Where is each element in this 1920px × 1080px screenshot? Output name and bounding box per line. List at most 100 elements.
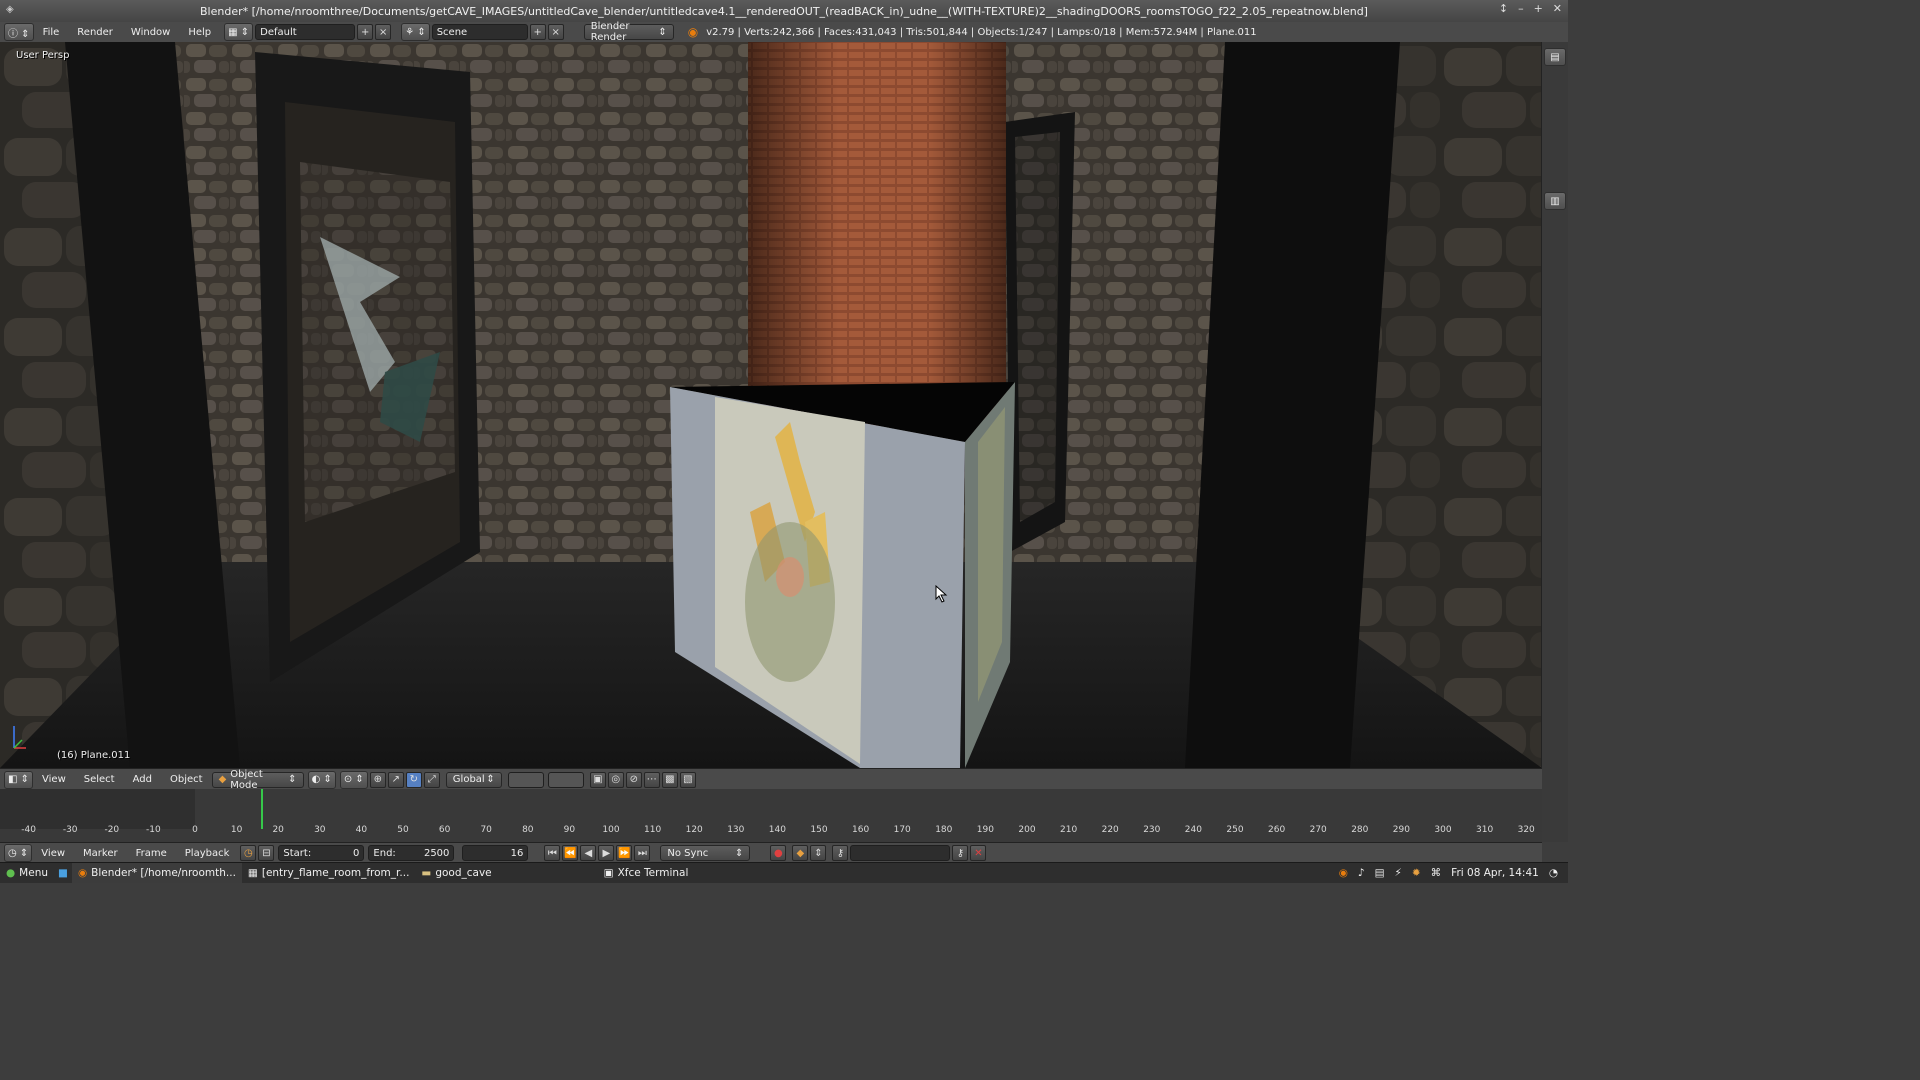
snap-icon[interactable]: ⊘ xyxy=(625,771,642,788)
network-icon[interactable]: ⌘ xyxy=(1431,867,1442,879)
clipboard-icon[interactable]: ▤ xyxy=(1375,867,1385,879)
mode-dropdown[interactable]: ◆ Object Mode ⇕ xyxy=(211,769,304,791)
insert-keyframe-icon[interactable]: ⚷ xyxy=(952,845,969,861)
blender-logo-icon: ◉ xyxy=(687,25,699,39)
window-titlebar: ◈ Blender* [/home/nroomthree/Documents/g… xyxy=(0,0,1568,23)
jump-start-icon[interactable]: ⏮ xyxy=(544,845,561,861)
lock-range-icon[interactable]: ⊟ xyxy=(258,845,275,861)
timeline-tick-label: 180 xyxy=(935,825,953,835)
play-icon[interactable]: ▶ xyxy=(598,845,615,861)
menu-frame[interactable]: Frame xyxy=(127,848,176,859)
start-frame-label: Start: xyxy=(283,847,312,859)
proportional-edit-icon[interactable]: ◎ xyxy=(607,771,624,788)
timeline-tick-label: 90 xyxy=(563,825,576,835)
timeline-editor-type-icon[interactable]: ◷ ⇕ xyxy=(4,844,33,862)
updates-icon[interactable]: ✹ xyxy=(1412,867,1421,879)
timeline-tick-label: 310 xyxy=(1476,825,1494,835)
volume-icon[interactable]: ♪ xyxy=(1358,867,1365,879)
menu-select[interactable]: Select xyxy=(75,774,124,785)
preview-range-icon[interactable]: ◷ xyxy=(240,845,257,861)
jump-keyframe-forward-icon[interactable]: ⏩ xyxy=(616,845,633,861)
keyframe-type-icon[interactable]: ⚷ xyxy=(832,845,849,861)
show-desktop-icon[interactable]: ■ xyxy=(58,867,68,879)
frame-cursor[interactable] xyxy=(260,789,263,829)
menu-render[interactable]: Render xyxy=(68,27,122,38)
snap-element-icon[interactable]: ⋯ xyxy=(643,771,660,788)
timeline-tick-label: 120 xyxy=(685,825,703,835)
layers-grid-a[interactable] xyxy=(507,771,544,788)
jump-end-icon[interactable]: ⏭ xyxy=(634,845,651,861)
active-keying-set-field[interactable] xyxy=(850,845,951,861)
notifications-icon[interactable]: ◔ xyxy=(1549,867,1558,879)
render-engine-label: Blender Render xyxy=(590,21,630,43)
scene-icon[interactable]: ⚘ ⇕ xyxy=(401,23,430,41)
task-terminal[interactable]: ▣ Xfce Terminal xyxy=(598,863,695,883)
outliner-icon[interactable]: ▥ xyxy=(1544,192,1566,210)
window-resize-button[interactable]: ↕ xyxy=(1499,2,1508,15)
clock[interactable]: Fri 08 Apr, 14:41 xyxy=(1451,867,1539,879)
timeline-tick-label: 290 xyxy=(1392,825,1410,835)
end-frame-field[interactable]: End: 2500 xyxy=(368,845,455,861)
rotate-manipulator-icon[interactable]: ↻ xyxy=(405,771,422,788)
timeline-header: ◷ ⇕ View Marker Frame Playback ◷ ⊟ Start… xyxy=(0,842,1542,863)
keying-set-chevron-icon[interactable]: ⇕ xyxy=(810,845,827,861)
add-scene-icon[interactable]: + xyxy=(529,24,546,40)
opengl-render-icon[interactable]: ▩ xyxy=(661,771,678,788)
menu-window[interactable]: Window xyxy=(122,27,179,38)
menu-view[interactable]: View xyxy=(33,774,75,785)
opengl-anim-icon[interactable]: ▧ xyxy=(679,771,696,788)
info-editor-type-icon[interactable]: ⓘ ⇕ xyxy=(4,23,34,41)
render-engine-dropdown[interactable]: Blender Render ⇕ xyxy=(583,21,674,43)
layers-grid-b[interactable] xyxy=(547,771,584,788)
jump-keyframe-back-icon[interactable]: ⏪ xyxy=(562,845,579,861)
screen-layout-field[interactable]: Default xyxy=(255,24,356,40)
record-icon[interactable]: ● xyxy=(770,845,787,861)
power-icon[interactable]: ⚡ xyxy=(1394,867,1401,879)
properties-sidebar[interactable]: ▤ ▥ xyxy=(1541,42,1568,842)
timeline-tick-label: 30 xyxy=(314,825,326,835)
orientation-dropdown[interactable]: Global ⇕ xyxy=(445,771,502,788)
blender-icon: ◉ xyxy=(77,867,88,879)
menu-object[interactable]: Object xyxy=(161,774,212,785)
menu-marker[interactable]: Marker xyxy=(74,848,127,859)
start-frame-field[interactable]: Start: 0 xyxy=(278,845,365,861)
remove-scene-icon[interactable]: × xyxy=(547,24,564,40)
tray-blender-icon[interactable]: ◉ xyxy=(1339,867,1348,879)
timeline-tick-label: 210 xyxy=(1060,825,1078,835)
viewport-shading-icon[interactable]: ◐ ⇕ xyxy=(307,770,336,789)
window-maximize-button[interactable]: + xyxy=(1534,2,1543,15)
menu-add[interactable]: Add xyxy=(124,774,161,785)
screen-layout-icon[interactable]: ▦ ⇕ xyxy=(224,23,254,41)
translate-manipulator-icon[interactable]: ↗ xyxy=(387,771,404,788)
window-menu-icon[interactable]: ◈ xyxy=(6,4,14,15)
play-reverse-icon[interactable]: ◀ xyxy=(580,845,597,861)
lock-camera-icon[interactable]: ▣ xyxy=(589,771,606,788)
start-menu-label: Menu xyxy=(19,867,49,879)
task-image-viewer[interactable]: ▦ [entry_flame_room_from_r... xyxy=(242,863,415,883)
delete-keyframe-icon[interactable]: ✕ xyxy=(970,845,987,861)
timeline[interactable]: -40 -30 -20 -10 0 10 20 30 40 50 60 70 80 90 100 110 120… xyxy=(0,789,1542,842)
current-frame-field[interactable]: 16 xyxy=(462,845,529,861)
menu-tl-view[interactable]: View xyxy=(32,848,74,859)
task-blender[interactable]: ◉ Blender* [/home/nroomth... xyxy=(71,863,242,883)
3d-viewport[interactable]: User Persp (16) Plane.011 xyxy=(0,42,1542,768)
window-minimize-button[interactable]: – xyxy=(1518,2,1524,15)
scene-field[interactable]: Scene xyxy=(431,24,528,40)
menu-file[interactable]: File xyxy=(34,27,69,38)
timeline-tick-label: -10 xyxy=(146,825,161,835)
scale-manipulator-icon[interactable]: ⤢ xyxy=(423,771,440,788)
remove-layout-icon[interactable]: × xyxy=(375,24,392,40)
task-folder[interactable]: ▬ good_cave xyxy=(415,863,497,883)
start-menu-button[interactable]: ● Menu xyxy=(0,863,54,883)
window-close-button[interactable]: ✕ xyxy=(1553,2,1562,15)
manipulator-toggle-icon[interactable]: ⊕ xyxy=(369,771,386,788)
keying-set-icon[interactable]: ◆ xyxy=(792,845,809,861)
add-layout-icon[interactable]: + xyxy=(357,24,374,40)
editor-type-icon[interactable]: ▤ xyxy=(1544,48,1566,66)
menu-help[interactable]: Help xyxy=(179,27,220,38)
menu-playback[interactable]: Playback xyxy=(176,848,239,859)
timeline-tick-label: 230 xyxy=(1143,825,1161,835)
sync-dropdown[interactable]: No Sync ⇕ xyxy=(660,845,751,861)
3d-editor-type-icon[interactable]: ◧ ⇕ xyxy=(4,770,34,789)
pivot-point-icon[interactable]: ⊙ ⇕ xyxy=(339,770,368,789)
